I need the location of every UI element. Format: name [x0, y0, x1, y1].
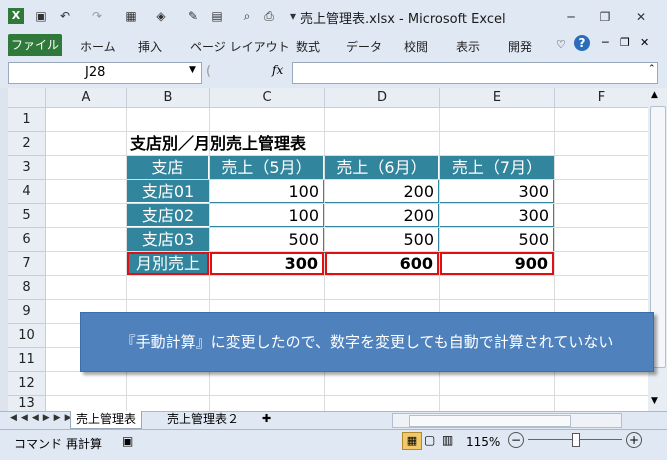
formula-input[interactable] — [292, 62, 658, 84]
row-header-8[interactable]: 8 — [8, 276, 46, 300]
row-header-4[interactable]: 4 — [8, 180, 46, 204]
ribbon-collapse-icon[interactable]: ♡ — [556, 38, 566, 51]
name-box-dropdown-icon[interactable]: ▼ — [189, 65, 196, 75]
column-header-e[interactable]: E — [440, 88, 555, 108]
tab-view[interactable]: 表示 — [456, 38, 480, 55]
cell-e5[interactable]: 300 — [440, 204, 554, 227]
cell-e7-total[interactable]: 900 — [440, 252, 554, 275]
row-header-2[interactable]: 2 — [8, 132, 46, 156]
select-all-corner[interactable] — [8, 88, 46, 108]
table-title[interactable]: 支店別／月別売上管理表 — [130, 132, 430, 155]
tab-developer[interactable]: 開発 — [508, 38, 532, 55]
gridline — [46, 299, 648, 300]
macro-record-icon[interactable]: ▣ — [122, 434, 133, 448]
cell-d4[interactable]: 200 — [325, 180, 439, 203]
borders-icon[interactable]: ▦ — [124, 9, 138, 23]
redo-icon[interactable]: ↷ — [90, 9, 104, 23]
row-header-1[interactable]: 1 — [8, 108, 46, 132]
column-header-c[interactable]: C — [210, 88, 325, 108]
formula-expand-icon[interactable]: ⌃ — [648, 64, 656, 74]
header-cell-july[interactable]: 売上（7月） — [440, 156, 554, 179]
zoom-level[interactable]: 115% — [466, 435, 500, 449]
row-header-3[interactable]: 3 — [8, 156, 46, 180]
row-header-10[interactable]: 10 — [8, 324, 46, 348]
restore-icon[interactable]: ❐ — [594, 9, 616, 25]
tab-page-layout[interactable]: ページ レイアウト — [190, 38, 290, 55]
cell-e6[interactable]: 500 — [440, 228, 554, 251]
print-icon[interactable]: ⎙ — [262, 9, 276, 23]
name-box-value: J28 — [85, 65, 106, 80]
workbook-restore-icon[interactable]: ❐ — [620, 36, 630, 49]
cell-d7-total[interactable]: 600 — [325, 252, 439, 275]
column-header-b[interactable]: B — [127, 88, 210, 108]
row-header-13[interactable]: 13 — [8, 396, 46, 411]
name-box[interactable]: J28 ▼ — [8, 62, 202, 84]
save-icon[interactable]: ▣ — [34, 9, 48, 23]
header-cell-branch[interactable]: 支店 — [127, 156, 209, 179]
fill-color-icon[interactable]: ◈ — [154, 9, 168, 23]
sheet-tab-2[interactable]: 売上管理表２ — [162, 411, 244, 428]
zoom-out-icon[interactable]: − — [508, 432, 524, 448]
excel-app-icon[interactable]: X — [8, 8, 24, 24]
row-header-12[interactable]: 12 — [8, 372, 46, 396]
row-label-monthly-total[interactable]: 月別売上 — [127, 252, 209, 275]
horizontal-scrollbar[interactable] — [392, 413, 622, 428]
sheet-tab-active[interactable]: 売上管理表 — [70, 411, 143, 429]
cell-c5[interactable]: 100 — [210, 204, 324, 227]
undo-icon[interactable]: ↶ — [58, 9, 72, 23]
insert-function-icon[interactable]: fx — [272, 63, 283, 77]
status-recalculate[interactable]: 再計算 — [66, 435, 102, 452]
row-header-11[interactable]: 11 — [8, 348, 46, 372]
row-label-branch01[interactable]: 支店01 — [127, 180, 209, 203]
gridline — [46, 395, 648, 396]
cell-d6[interactable]: 500 — [325, 228, 439, 251]
row-label-branch03[interactable]: 支店03 — [127, 228, 209, 251]
row-header-7[interactable]: 7 — [8, 252, 46, 276]
page-layout-view-icon[interactable]: ▢ — [424, 433, 435, 447]
tab-file[interactable]: ファイル — [8, 34, 62, 56]
cell-c6[interactable]: 500 — [210, 228, 324, 251]
row-header-9[interactable]: 9 — [8, 300, 46, 324]
cell-c7-total[interactable]: 300 — [210, 252, 324, 275]
header-cell-june[interactable]: 売上（6月） — [325, 156, 439, 179]
zoom-in-icon[interactable]: + — [626, 432, 642, 448]
scroll-down-icon[interactable]: ▼ — [651, 396, 658, 406]
tab-data[interactable]: データ — [346, 38, 382, 55]
status-mode: コマンド — [14, 437, 63, 451]
close-icon[interactable]: ✕ — [630, 9, 652, 25]
tab-formulas[interactable]: 数式 — [296, 38, 320, 55]
zoom-slider-thumb[interactable] — [572, 433, 580, 447]
tab-review[interactable]: 校閲 — [404, 38, 428, 55]
sheet-nav-arrows-icon[interactable]: ◀◀◀▶▶▶ — [10, 413, 76, 423]
cell-c4[interactable]: 100 — [210, 180, 324, 203]
scroll-up-icon[interactable]: ▲ — [651, 90, 658, 100]
normal-view-icon[interactable]: ▦ — [402, 432, 422, 450]
row-header-5[interactable]: 5 — [8, 204, 46, 228]
format-painter-icon[interactable]: ✎ — [186, 9, 200, 23]
page-break-view-icon[interactable]: ▥ — [442, 433, 453, 447]
h-scrollbar-thumb[interactable] — [409, 415, 571, 427]
print-preview-icon[interactable]: ⌕ — [240, 9, 254, 23]
row-header-6[interactable]: 6 — [8, 228, 46, 252]
gridline — [46, 275, 648, 276]
window-title: 売上管理表.xlsx - Microsoft Excel — [300, 12, 506, 27]
workbook-close-icon[interactable]: ✕ — [640, 36, 649, 49]
column-header-a[interactable]: A — [46, 88, 127, 108]
row-label-branch02[interactable]: 支店02 — [127, 204, 209, 227]
column-header-f[interactable]: F — [555, 88, 648, 108]
workbook-minimize-icon[interactable]: ─ — [602, 36, 609, 49]
help-icon[interactable]: ? — [574, 35, 590, 51]
minimize-icon[interactable]: ─ — [560, 9, 582, 25]
cell-e4[interactable]: 300 — [440, 180, 554, 203]
tab-insert[interactable]: 挿入 — [138, 38, 162, 55]
insert-chart-icon[interactable]: ▤ — [210, 9, 224, 23]
customize-toolbar-icon[interactable]: ▾ — [286, 9, 300, 23]
tab-home[interactable]: ホーム — [80, 38, 116, 55]
new-sheet-icon[interactable]: ✚ — [262, 412, 271, 425]
cell-d5[interactable]: 200 — [325, 204, 439, 227]
header-cell-may[interactable]: 売上（5月） — [210, 156, 324, 179]
annotation-callout: 『手動計算』に変更したので、数字を変更しても自動で計算されていない — [80, 312, 654, 372]
column-header-d[interactable]: D — [325, 88, 440, 108]
formula-bar-splitter-icon[interactable]: ( — [206, 64, 211, 79]
